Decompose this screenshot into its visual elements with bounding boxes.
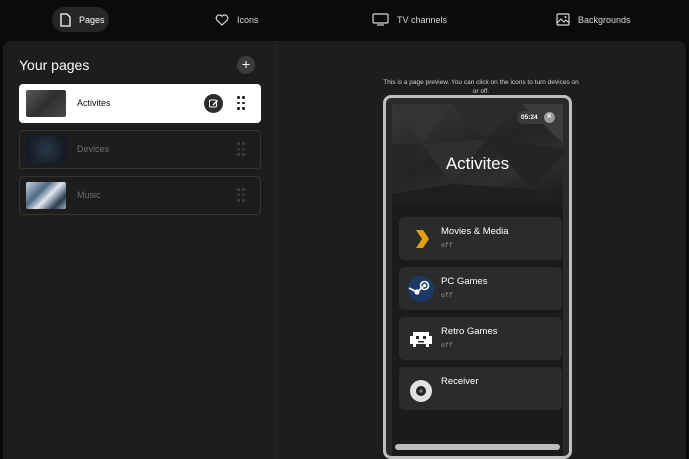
tv-icon — [372, 13, 389, 26]
device-card-pc-games[interactable]: PC Games off — [399, 267, 562, 310]
device-card-title: Movies & Media — [441, 226, 509, 237]
page-item-label: Activites — [77, 98, 111, 108]
drag-handle-icon[interactable] — [237, 142, 245, 156]
preview-note: This is a page preview. You can click on… — [383, 79, 579, 95]
page-item-music[interactable]: Music — [19, 176, 261, 215]
page-item-label: Music — [77, 190, 101, 200]
device-card-title: Retro Games — [441, 326, 498, 337]
drag-handle-icon[interactable] — [237, 188, 245, 202]
retro-controller-icon — [407, 325, 435, 353]
avatar[interactable]: K — [544, 112, 555, 123]
page-item-label: Devices — [77, 144, 110, 154]
page-thumbnail — [26, 90, 66, 117]
device-card-state: off — [441, 341, 453, 349]
nav-tab-pages[interactable]: Pages — [52, 7, 109, 32]
device-card-title: PC Games — [441, 276, 488, 287]
top-navigation: Pages Icons TV channels Backgrounds — [0, 0, 689, 40]
page-thumbnail — [26, 136, 66, 163]
steam-icon — [407, 275, 435, 303]
main-panel: Your pages + Activites Devices Music Thi… — [3, 41, 686, 459]
nav-tab-label: Backgrounds — [578, 14, 631, 25]
device-card-receiver[interactable]: Receiver — [399, 367, 562, 410]
clock-time: 05:24 — [521, 114, 538, 121]
receiver-icon — [407, 375, 435, 403]
nav-tab-label: TV channels — [397, 14, 448, 25]
device-card-state: off — [441, 291, 453, 299]
edit-icon — [209, 99, 218, 108]
image-icon — [556, 13, 570, 26]
page-icon — [60, 12, 71, 27]
panel-divider — [275, 41, 276, 459]
device-card-title: Receiver — [441, 376, 479, 387]
page-thumbnail — [26, 182, 66, 209]
add-page-button[interactable]: + — [237, 56, 255, 74]
plex-icon — [407, 225, 435, 253]
phone-screen: 05:24 K Activites Movies & Media off PC … — [392, 104, 563, 456]
page-item-devices[interactable]: Devices — [19, 130, 261, 169]
drag-handle-icon[interactable] — [237, 96, 245, 110]
device-card-retro-games[interactable]: Retro Games off — [399, 317, 562, 360]
home-bar[interactable] — [395, 444, 560, 450]
sidebar-title: Your pages — [19, 57, 90, 73]
nav-tab-backgrounds[interactable]: Backgrounds — [548, 7, 639, 32]
heart-icon — [215, 13, 229, 26]
nav-tab-tv-channels[interactable]: TV channels — [364, 7, 455, 32]
device-card-state: off — [441, 241, 453, 249]
status-clock: 05:24 K — [517, 111, 557, 124]
nav-tab-label: Pages — [79, 14, 105, 25]
page-header-background: 05:24 K Activites — [392, 104, 563, 204]
device-card-movies-media[interactable]: Movies & Media off — [399, 217, 562, 260]
edit-page-button[interactable] — [204, 94, 223, 113]
page-item-activites[interactable]: Activites — [19, 84, 261, 123]
preview-page-title: Activites — [445, 154, 510, 173]
phone-preview: 05:24 K Activites Movies & Media off PC … — [383, 95, 572, 459]
nav-tab-label: Icons — [237, 14, 259, 25]
nav-tab-icons[interactable]: Icons — [207, 7, 267, 32]
home-bar-area — [392, 436, 563, 456]
